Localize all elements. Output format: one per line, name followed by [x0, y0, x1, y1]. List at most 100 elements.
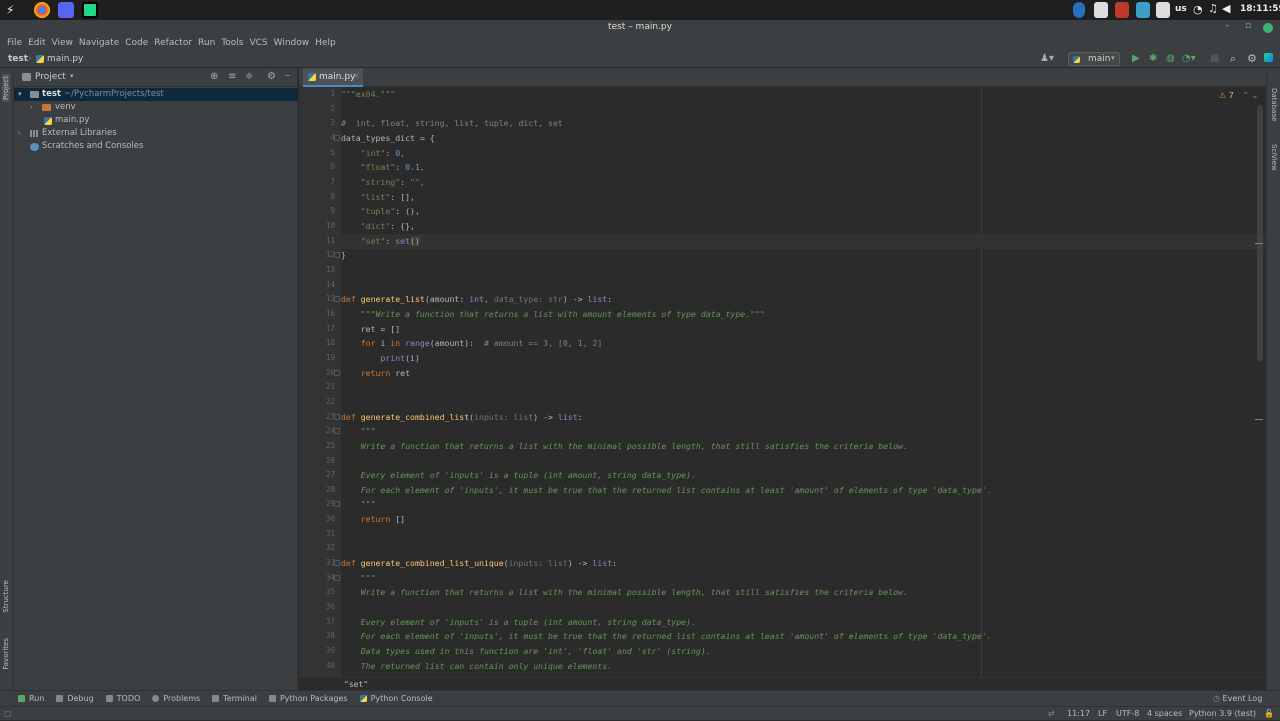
line-number[interactable]: 8 — [305, 190, 335, 205]
debug-tool-button[interactable]: Debug — [56, 694, 94, 703]
run-tool-button[interactable]: Run — [18, 694, 44, 703]
code-line[interactable]: """ — [341, 497, 376, 512]
menu-window[interactable]: Window — [271, 36, 313, 51]
line-separator[interactable]: LF — [1098, 707, 1107, 721]
line-number[interactable]: 4 — [305, 131, 335, 146]
terminal-tool-button[interactable]: Terminal — [212, 694, 257, 703]
expand-arrow-icon[interactable]: › — [18, 127, 21, 140]
code-line[interactable]: "int": 0, — [341, 146, 405, 161]
tree-item-root[interactable]: ▾ test ~/PycharmProjects/test — [14, 88, 298, 101]
line-number[interactable]: 21 — [305, 380, 335, 395]
menu-help[interactable]: Help — [312, 36, 339, 51]
close-tab-icon[interactable]: × — [353, 71, 360, 80]
code-line[interactable]: Write a function that returns a list wit… — [341, 585, 908, 600]
coverage-icon[interactable]: ◍ — [1166, 53, 1175, 64]
tree-item-scratches[interactable]: Scratches and Consoles — [14, 140, 298, 153]
fold-marker-icon[interactable] — [334, 560, 340, 567]
breadcrumb-file[interactable]: main.py — [47, 54, 83, 64]
line-number[interactable]: 33 — [305, 556, 335, 571]
code-line[interactable]: The returned list can contain only uniqu… — [341, 659, 612, 674]
sciview-tool-tab[interactable]: SciView — [1270, 144, 1278, 171]
indent-setting[interactable]: 4 spaces — [1147, 707, 1182, 721]
code-line[interactable]: For each element of 'inputs', it must be… — [341, 483, 992, 498]
code-line[interactable]: """Write a function that returns a list … — [341, 307, 765, 322]
line-number[interactable]: 23 — [305, 410, 335, 425]
line-number[interactable]: 19 — [305, 351, 335, 366]
python-interpreter[interactable]: Python 3.9 (test) — [1189, 707, 1256, 721]
line-number[interactable]: 40 — [305, 659, 335, 674]
fold-marker-icon[interactable] — [334, 296, 340, 303]
pycharm-icon[interactable] — [82, 2, 98, 18]
line-number[interactable]: 3 — [305, 116, 335, 131]
code-breadcrumb[interactable]: "set" — [299, 677, 1266, 690]
hide-icon[interactable]: – — [285, 70, 290, 81]
code-line[interactable]: def generate_combined_list_unique(inputs… — [341, 556, 617, 571]
code-line[interactable]: For each element of 'inputs', it must be… — [341, 629, 992, 644]
code-line[interactable]: # int, float, string, list, tuple, dict,… — [341, 116, 563, 131]
line-number[interactable]: 15 — [305, 292, 335, 307]
collapse-all-icon[interactable]: ≑ — [245, 71, 253, 82]
code-line[interactable]: print(i) — [341, 351, 419, 366]
expand-arrow-icon[interactable]: › — [30, 101, 33, 114]
music-icon[interactable]: ♫ — [1208, 2, 1218, 15]
fold-marker-icon[interactable] — [334, 501, 340, 508]
fold-marker-icon[interactable] — [334, 134, 340, 141]
code-line[interactable]: Every element of 'inputs' is a tuple (in… — [341, 468, 696, 483]
python-console-tool-button[interactable]: Python Console — [359, 694, 433, 703]
todo-tool-button[interactable]: TODO — [105, 694, 140, 703]
fold-marker-icon[interactable] — [334, 413, 340, 420]
event-log-button[interactable]: ◷ Event Log — [1213, 694, 1262, 703]
menu-run[interactable]: Run — [195, 36, 218, 51]
line-number[interactable]: 9 — [305, 204, 335, 219]
chevron-down-icon[interactable]: ⌄ — [1252, 91, 1259, 100]
code-line[interactable]: "tuple": (), — [341, 204, 420, 219]
line-number[interactable]: 36 — [305, 600, 335, 615]
tree-item-external-libraries[interactable]: › External Libraries — [14, 127, 298, 140]
line-number[interactable]: 28 — [305, 483, 335, 498]
menu-edit[interactable]: Edit — [25, 36, 48, 51]
code-line[interactable]: data_types_dict = { — [341, 131, 435, 146]
line-number[interactable]: 38 — [305, 629, 335, 644]
line-number[interactable]: 24 — [305, 424, 335, 439]
cursor-position[interactable]: 11:17 — [1067, 707, 1090, 721]
line-number[interactable]: 27 — [305, 468, 335, 483]
discord-tray-icon[interactable] — [1094, 2, 1108, 18]
code-area[interactable]: """ex04.""" # int, float, string, list, t… — [341, 87, 1266, 677]
sync-icon[interactable]: ⇄ — [1048, 707, 1055, 721]
code-line[interactable]: "set": set() — [341, 234, 420, 249]
code-line[interactable]: return [] — [341, 512, 405, 527]
expand-arrow-icon[interactable]: ▾ — [18, 88, 22, 101]
pycharm-tray-icon[interactable] — [1156, 2, 1170, 18]
menu-file[interactable]: File — [4, 36, 25, 51]
discord-icon[interactable] — [58, 2, 74, 18]
search-icon[interactable]: ⌕ — [1230, 52, 1236, 66]
code-line[interactable]: """ — [341, 424, 376, 439]
breadcrumb-project[interactable]: test — [8, 54, 28, 64]
line-number[interactable]: 25 — [305, 439, 335, 454]
line-number[interactable]: 32 — [305, 541, 335, 556]
run-icon[interactable]: ▶ — [1132, 53, 1140, 64]
line-number[interactable]: 2 — [305, 102, 335, 117]
problems-tool-button[interactable]: Problems — [152, 694, 200, 703]
keyboard-layout[interactable]: us — [1175, 4, 1187, 14]
stop-icon[interactable]: ■ — [1210, 53, 1219, 64]
chevron-up-icon[interactable]: ⌃ — [1242, 91, 1249, 100]
python-packages-tool-button[interactable]: Python Packages — [268, 694, 348, 703]
inspection-widget[interactable]: ⚠ 7 ⌃ ⌄ — [1219, 91, 1258, 100]
code-line[interactable]: "string": "", — [341, 175, 425, 190]
code-line[interactable]: Write a function that returns a list wit… — [341, 439, 908, 454]
code-line[interactable]: return ret — [341, 366, 410, 381]
line-number[interactable]: 35 — [305, 585, 335, 600]
line-number[interactable]: 7 — [305, 175, 335, 190]
project-tool-tab[interactable]: Project — [2, 74, 10, 102]
tree-item-venv[interactable]: › venv — [14, 101, 298, 114]
line-number[interactable]: 6 — [305, 160, 335, 175]
activities-icon[interactable]: ⚡ — [6, 3, 18, 17]
fold-marker-icon[interactable] — [334, 369, 340, 376]
file-encoding[interactable]: UTF-8 — [1116, 707, 1139, 721]
menu-code[interactable]: Code — [122, 36, 151, 51]
line-number[interactable]: 10 — [305, 219, 335, 234]
code-line[interactable]: """ex04.""" — [341, 87, 395, 102]
line-number[interactable]: 18 — [305, 336, 335, 351]
code-line[interactable]: "dict": {}, — [341, 219, 415, 234]
